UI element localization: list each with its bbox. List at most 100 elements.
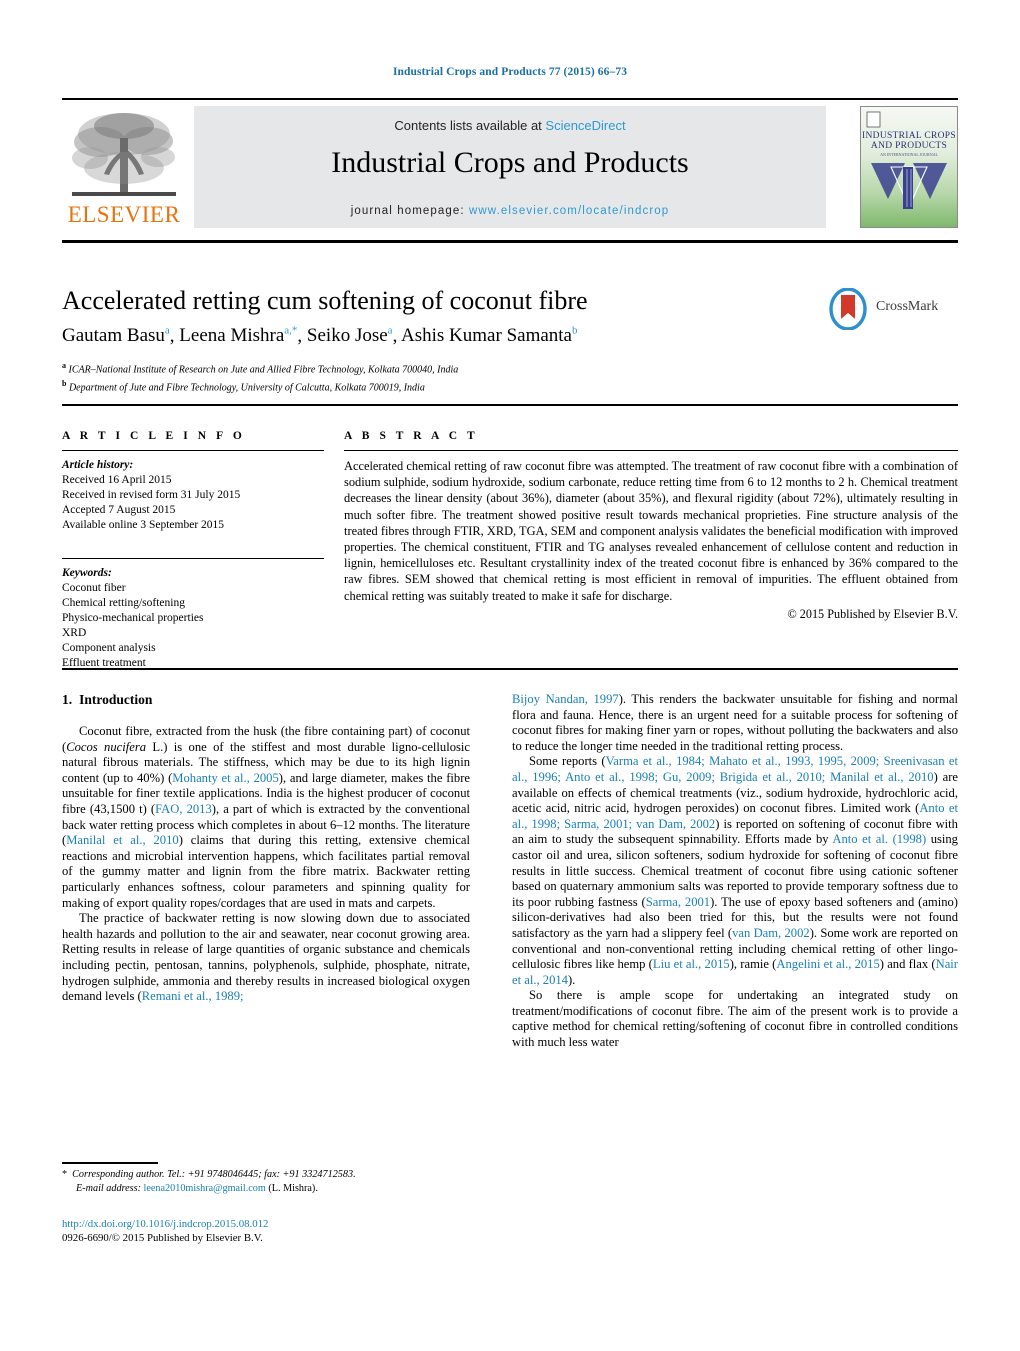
keyword-item: Chemical retting/softening	[62, 597, 185, 609]
svg-text:AN INTERNATIONAL JOURNAL: AN INTERNATIONAL JOURNAL	[880, 152, 938, 157]
corresponding-author-note: * Corresponding author. Tel.: +91 9748046…	[62, 1168, 474, 1182]
citation-link[interactable]: Remani et al., 1989;	[142, 989, 244, 1003]
author-list: Gautam Basua, Leena Mishraa,*, Seiko Jos…	[62, 325, 802, 347]
author-separator: ,	[392, 325, 402, 347]
journal-masthead: ELSEVIER Contents lists available at Sci…	[62, 106, 958, 228]
section-title: Introduction	[79, 692, 153, 707]
email-label: E-mail address:	[76, 1182, 141, 1194]
intro-paragraph: The practice of backwater retting is now…	[62, 911, 470, 1004]
citation-link[interactable]: Mohanty et al., 2005	[172, 771, 279, 785]
affiliation-mark: b	[62, 379, 67, 389]
body-column-left: 1. Introduction Coconut fibre, extracted …	[62, 692, 470, 1005]
citation-link[interactable]: Anto et al., 1998; Sarma, 2001; van Dam,…	[512, 801, 958, 831]
citation-link[interactable]: Anto et al. (1998)	[832, 832, 926, 846]
article-history-label: Article history:	[62, 459, 134, 471]
abstract-rule	[344, 450, 958, 451]
keywords-block: Keywords: Coconut fiber Chemical retting…	[62, 558, 324, 671]
article-title: Accelerated retting cum softening of coc…	[62, 286, 588, 315]
footnote-star: *	[62, 1169, 68, 1180]
title-block: Accelerated retting cum softening of coc…	[62, 286, 802, 395]
article-history-item: Accepted 7 August 2015	[62, 504, 176, 516]
citation-link[interactable]: Bijoy Nandan, 1997	[512, 692, 619, 706]
journal-article-page: Industrial Crops and Products 77 (2015) …	[0, 0, 1020, 1351]
title-bottom-rule	[62, 404, 958, 406]
affiliation-mark: a	[62, 361, 66, 371]
journal-cover-art: INDUSTRIAL CROPS AND PRODUCTS AN INTERNA…	[861, 107, 957, 227]
body-column-right: Bijoy Nandan, 1997). This renders the ba…	[512, 692, 958, 1051]
intro-paragraph: So there is ample scope for undertaking …	[512, 988, 958, 1050]
author-name: Leena Mishra	[179, 325, 285, 347]
citation-link[interactable]: Angelini et al., 2015	[776, 957, 879, 971]
affiliation-text: ICAR–National Institute of Research on J…	[68, 364, 459, 376]
citation-link[interactable]: van Dam, 2002	[732, 926, 810, 940]
email-owner: (L. Mishra).	[268, 1182, 318, 1194]
email-note: E-mail address: leena2010mishra@gmail.co…	[62, 1182, 474, 1196]
corresponding-author-text: Corresponding author. Tel.: +91 97480464…	[72, 1169, 356, 1180]
author-separator: ,	[169, 325, 180, 347]
author-name: Gautam Basu	[62, 325, 165, 347]
email-link[interactable]: leena2010mishra@gmail.com	[144, 1183, 266, 1194]
author-entry[interactable]: Seiko Josea	[307, 325, 393, 346]
footnote-rule	[62, 1162, 158, 1164]
author-entry[interactable]: Ashis Kumar Samantab	[401, 325, 577, 346]
journal-homepage-line: journal homepage: www.elsevier.com/locat…	[194, 205, 826, 217]
elsevier-logo[interactable]: ELSEVIER	[62, 106, 186, 228]
issn-copyright-line: 0926-6690/© 2015 Published by Elsevier B…	[62, 1232, 263, 1244]
affiliation-text: Department of Jute and Fibre Technology,…	[68, 382, 425, 394]
author-entry[interactable]: Leena Mishraa,*	[179, 325, 297, 346]
citation-link[interactable]: Varma et al., 1984; Mahato et al., 1993,…	[512, 754, 958, 784]
contents-prefix: Contents lists available at	[394, 118, 546, 133]
intro-paragraph: Some reports (Varma et al., 1984; Mahato…	[512, 754, 959, 987]
keywords-rule	[62, 558, 324, 559]
citation-link[interactable]: Nair et al., 2014	[512, 957, 958, 987]
section-number: 1.	[62, 692, 73, 707]
affiliation-list: a ICAR–National Institute of Research on…	[62, 359, 802, 395]
crossmark-badge[interactable]: CrossMark	[828, 287, 958, 331]
article-info-rule	[62, 450, 324, 451]
doi-link[interactable]: http://dx.doi.org/10.1016/j.indcrop.2015…	[62, 1217, 482, 1231]
intro-paragraph: Coconut fibre, extracted from the husk (…	[62, 724, 471, 910]
author-affil-mark: a,*	[284, 325, 298, 337]
homepage-prefix: journal homepage:	[350, 205, 469, 217]
masthead-bottom-rule	[62, 240, 958, 243]
article-history-item: Available online 3 September 2015	[62, 519, 225, 531]
intro-paragraph: Bijoy Nandan, 1997). This renders the ba…	[512, 692, 958, 753]
abstract-text: Accelerated chemical retting of raw coco…	[344, 459, 958, 603]
article-history-item: Received in revised form 31 July 2015	[62, 489, 241, 501]
article-history-item: Received 16 April 2015	[62, 474, 172, 486]
header-divider-rule	[62, 98, 958, 100]
svg-text:INDUSTRIAL CROPS: INDUSTRIAL CROPS	[862, 131, 956, 141]
elsevier-tree-icon	[72, 113, 176, 196]
keywords-label: Keywords:	[62, 567, 112, 579]
keyword-item: Physico-mechanical properties	[62, 612, 204, 624]
contents-available-line: Contents lists available at ScienceDirec…	[194, 118, 826, 133]
author-affil-mark: b	[572, 325, 578, 337]
elsevier-wordmark: ELSEVIER	[67, 202, 181, 227]
crossmark-label: CrossMark	[876, 299, 939, 314]
abstract-bottom-rule	[62, 668, 958, 670]
journal-homepage-link[interactable]: www.elsevier.com/locate/indcrop	[469, 205, 669, 217]
running-head: Industrial Crops and Products 77 (2015) …	[392, 66, 628, 78]
author-name: Ashis Kumar Samanta	[401, 325, 572, 347]
citation-link[interactable]: Manilal et al., 2010	[66, 833, 179, 847]
citation-link[interactable]: FAO, 2013	[155, 802, 212, 816]
abstract-copyright: © 2015 Published by Elsevier B.V.	[787, 606, 958, 621]
introduction-heading: 1. Introduction	[62, 692, 470, 708]
author-entry[interactable]: Gautam Basua	[62, 325, 170, 346]
journal-title: Industrial Crops and Products	[331, 146, 689, 179]
article-info-heading: A R T I C L E I N F O	[62, 430, 246, 442]
svg-text:AND PRODUCTS: AND PRODUCTS	[871, 141, 947, 151]
article-info-section: A R T I C L E I N F O Article history: R…	[62, 430, 324, 671]
citation-link[interactable]: Sarma, 2001	[646, 895, 710, 909]
species-name: Cocos nucifera	[66, 739, 147, 754]
publication-footer: http://dx.doi.org/10.1016/j.indcrop.2015…	[62, 1217, 482, 1245]
affiliation-item: b Department of Jute and Fibre Technolog…	[62, 377, 802, 395]
crossmark-icon	[829, 287, 867, 331]
abstract-section: A B S T R A C T Accelerated chemical ret…	[344, 430, 958, 622]
author-separator: ,	[297, 325, 307, 347]
journal-band: Contents lists available at ScienceDirec…	[194, 106, 826, 228]
footnote-block: * Corresponding author. Tel.: +91 9748046…	[62, 1168, 474, 1195]
citation-link[interactable]: Liu et al., 2015	[653, 957, 730, 971]
journal-cover-thumbnail[interactable]: INDUSTRIAL CROPS AND PRODUCTS AN INTERNA…	[860, 106, 958, 228]
sciencedirect-link[interactable]: ScienceDirect	[545, 118, 625, 133]
